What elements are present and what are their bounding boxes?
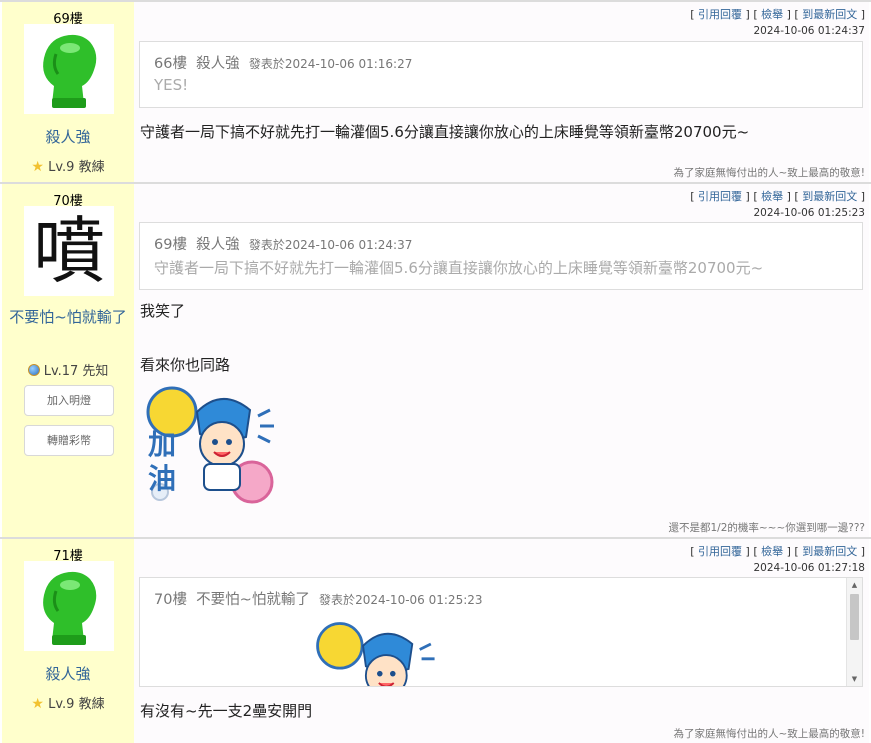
quote-block: 66樓 殺人強 發表於2024-10-06 01:16:27 YES! bbox=[139, 41, 863, 108]
quote-text: YES! bbox=[154, 76, 189, 94]
report-link[interactable]: 檢舉 bbox=[761, 8, 783, 21]
quote-reply-link[interactable]: 引用回覆 bbox=[698, 8, 742, 21]
scroll-up-icon[interactable]: ▲ bbox=[847, 578, 862, 592]
boxing-glove-icon bbox=[24, 561, 114, 651]
username[interactable]: 殺人強 bbox=[2, 663, 134, 685]
signature: 還不是都1/2的機率~~~你選到哪一邊??? bbox=[668, 522, 865, 534]
post-timestamp: 2024-10-06 01:27:18 bbox=[753, 562, 865, 574]
post-69: 69樓 殺人強 ★ Lv.9 教練 [ 引用回覆 ] [ 檢舉 ] [ 到最新回… bbox=[0, 0, 871, 182]
post-body: [ 引用回覆 ] [ 檢舉 ] [ 到最新回文 ] 2024-10-06 01:… bbox=[134, 539, 869, 743]
scroll-down-icon[interactable]: ▼ bbox=[847, 672, 862, 686]
quote-header: 70樓 不要怕~怕就輸了 發表於2024-10-06 01:25:23 bbox=[154, 592, 483, 608]
star-icon: ★ bbox=[31, 696, 44, 712]
post-timestamp: 2024-10-06 01:25:23 bbox=[753, 207, 865, 219]
add-beacon-button[interactable]: 加入明燈 bbox=[24, 385, 114, 416]
post-70: 70樓 噴 不要怕~怕就輸了 Lv.17 先知 加入明燈 轉贈彩幣 [ 引用回覆… bbox=[0, 182, 871, 537]
post-text: 有沒有~先一支2壘安開門 bbox=[140, 702, 313, 720]
post-text-line-1: 我笑了 bbox=[140, 302, 186, 320]
author-panel: 70樓 噴 不要怕~怕就輸了 Lv.17 先知 加入明燈 轉贈彩幣 bbox=[2, 184, 134, 537]
username[interactable]: 殺人強 bbox=[2, 126, 134, 148]
user-level: ★ Lv.9 教練 bbox=[31, 159, 105, 175]
planet-icon bbox=[27, 364, 40, 376]
post-timestamp: 2024-10-06 01:24:37 bbox=[753, 25, 865, 37]
latest-reply-link[interactable]: 到最新回文 bbox=[802, 8, 857, 21]
post-text: 守護者一局下搞不好就先打一輪灌個5.6分讓直接讓你放心的上床睡覺等領新臺幣207… bbox=[140, 123, 750, 141]
author-panel: 71樓 殺人強 ★ Lv.9 教練 bbox=[2, 539, 134, 743]
quote-block[interactable]: 70樓 不要怕~怕就輸了 發表於2024-10-06 01:25:23 ▲ ▼ bbox=[139, 577, 863, 687]
cheer-sticker: 加油 bbox=[142, 382, 282, 507]
report-link[interactable]: 檢舉 bbox=[761, 545, 783, 558]
post-text-line-2: 看來你也同路 bbox=[140, 356, 231, 374]
post-actions: [ 引用回覆 ] [ 檢舉 ] [ 到最新回文 ] bbox=[690, 545, 865, 558]
post-actions: [ 引用回覆 ] [ 檢舉 ] [ 到最新回文 ] bbox=[690, 190, 865, 203]
gift-coins-button[interactable]: 轉贈彩幣 bbox=[24, 425, 114, 456]
quote-reply-link[interactable]: 引用回覆 bbox=[698, 190, 742, 203]
quote-reply-link[interactable]: 引用回覆 bbox=[698, 545, 742, 558]
user-level: Lv.17 先知 bbox=[2, 360, 134, 379]
quote-block: 69樓 殺人強 發表於2024-10-06 01:24:37 守護者一局下搞不好… bbox=[139, 222, 863, 290]
latest-reply-link[interactable]: 到最新回文 bbox=[802, 190, 857, 203]
author-panel: 69樓 殺人強 ★ Lv.9 教練 bbox=[2, 2, 134, 182]
quote-header: 66樓 殺人強 發表於2024-10-06 01:16:27 bbox=[154, 56, 413, 72]
quote-text: 守護者一局下搞不好就先打一輪灌個5.6分讓直接讓你放心的上床睡覺等領新臺幣207… bbox=[154, 259, 764, 277]
post-body: [ 引用回覆 ] [ 檢舉 ] [ 到最新回文 ] 2024-10-06 01:… bbox=[134, 184, 869, 537]
avatar[interactable]: 噴 bbox=[24, 206, 114, 296]
latest-reply-link[interactable]: 到最新回文 bbox=[802, 545, 857, 558]
post-actions: [ 引用回覆 ] [ 檢舉 ] [ 到最新回文 ] bbox=[690, 8, 865, 21]
quote-scrollbar[interactable]: ▲ ▼ bbox=[846, 578, 862, 686]
signature: 為了家庭無悔付出的人~致上最高的敬意! bbox=[673, 728, 865, 740]
report-link[interactable]: 檢舉 bbox=[761, 190, 783, 203]
avatar[interactable] bbox=[24, 561, 114, 651]
quoted-sticker bbox=[312, 616, 442, 686]
avatar[interactable] bbox=[24, 24, 114, 114]
cheering-sticker-icon bbox=[316, 622, 435, 686]
user-level: ★ Lv.9 教練 bbox=[31, 696, 105, 712]
post-body: [ 引用回覆 ] [ 檢舉 ] [ 到最新回文 ] 2024-10-06 01:… bbox=[134, 2, 869, 182]
signature: 為了家庭無悔付出的人~致上最高的敬意! bbox=[673, 167, 865, 179]
sticker-text: 加油 bbox=[148, 428, 177, 495]
quote-header: 69樓 殺人強 發表於2024-10-06 01:24:37 bbox=[154, 237, 413, 253]
post-71: 71樓 殺人強 ★ Lv.9 教練 [ 引用回覆 ] [ 檢舉 ] [ 到最新回… bbox=[0, 537, 871, 743]
star-icon: ★ bbox=[31, 159, 44, 175]
scroll-thumb[interactable] bbox=[850, 594, 859, 640]
boxing-glove-icon bbox=[24, 24, 114, 114]
avatar-glyph: 噴 bbox=[32, 209, 105, 293]
username[interactable]: 不要怕~怕就輸了 bbox=[2, 306, 134, 328]
